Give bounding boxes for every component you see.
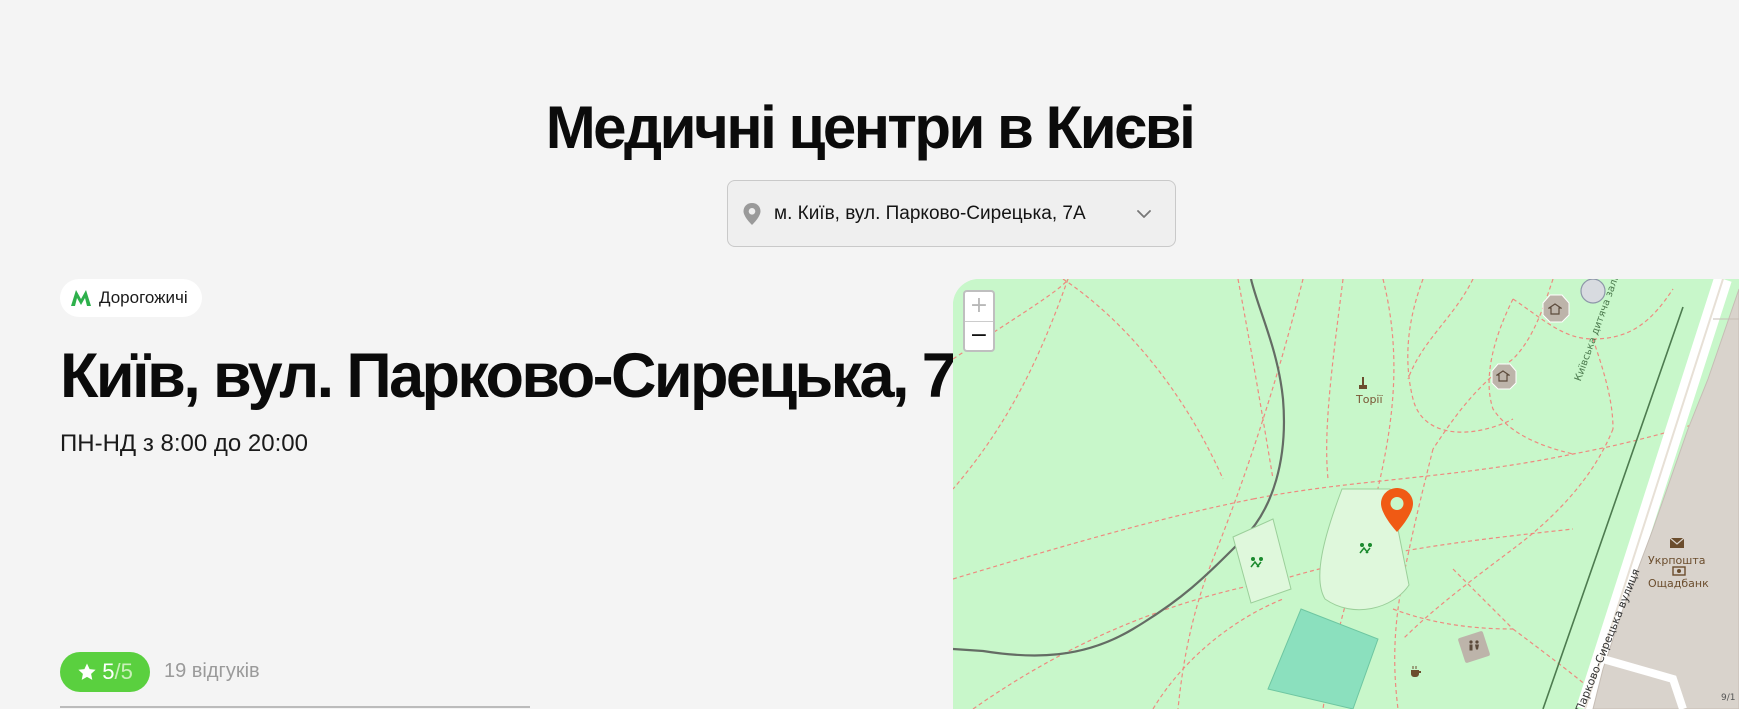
map-label-oschadbank: Ощадбанк	[1648, 577, 1709, 590]
zoom-out-button[interactable]: −	[965, 322, 993, 351]
page-title: Медичні центри в Києві	[545, 94, 1196, 161]
monument-icon	[1359, 377, 1367, 389]
rating-value: 5	[102, 659, 115, 684]
zoom-in-button[interactable]: +	[965, 292, 993, 322]
metro-station-badge: Дорогожичі	[60, 279, 202, 317]
map-marker-icon[interactable]	[1378, 486, 1416, 534]
address-select-value: м. Київ, вул. Парково-Сирецька, 7А	[774, 202, 1086, 224]
shelter-icon	[1548, 303, 1562, 315]
post-icon	[1669, 537, 1685, 548]
toilet-icon	[1469, 640, 1479, 651]
bank-icon	[1672, 566, 1686, 576]
rating-max: 5	[120, 659, 133, 684]
star-icon	[78, 663, 96, 680]
map-label-house-number: 9/1	[1721, 693, 1736, 703]
map-label-tori: Торії	[1356, 393, 1383, 406]
map[interactable]: Торії Укрпошта Ощадбанк Київська дитяча …	[953, 279, 1739, 709]
clinic-address-title: Київ, вул. Парково-Сирецька, 7А	[60, 341, 1000, 411]
tab-underline	[60, 706, 530, 708]
chevron-down-icon	[1137, 209, 1151, 218]
working-hours: ПН-НД з 8:00 до 20:00	[60, 430, 308, 457]
metro-logo-icon	[71, 290, 91, 306]
metro-station-name: Дорогожичі	[99, 288, 188, 307]
cafe-icon	[1411, 666, 1421, 677]
rating-badge[interactable]: 5 / 5	[60, 652, 150, 692]
playground-icon	[1359, 543, 1372, 554]
zoom-control: + −	[963, 290, 995, 352]
location-pin-icon	[743, 202, 761, 225]
reviews-link[interactable]: 19 відгуків	[164, 660, 260, 683]
playground-icon	[1250, 557, 1263, 568]
shelter-icon	[1496, 370, 1510, 382]
address-select[interactable]: м. Київ, вул. Парково-Сирецька, 7А	[727, 180, 1176, 247]
map-tiles	[953, 279, 1739, 709]
